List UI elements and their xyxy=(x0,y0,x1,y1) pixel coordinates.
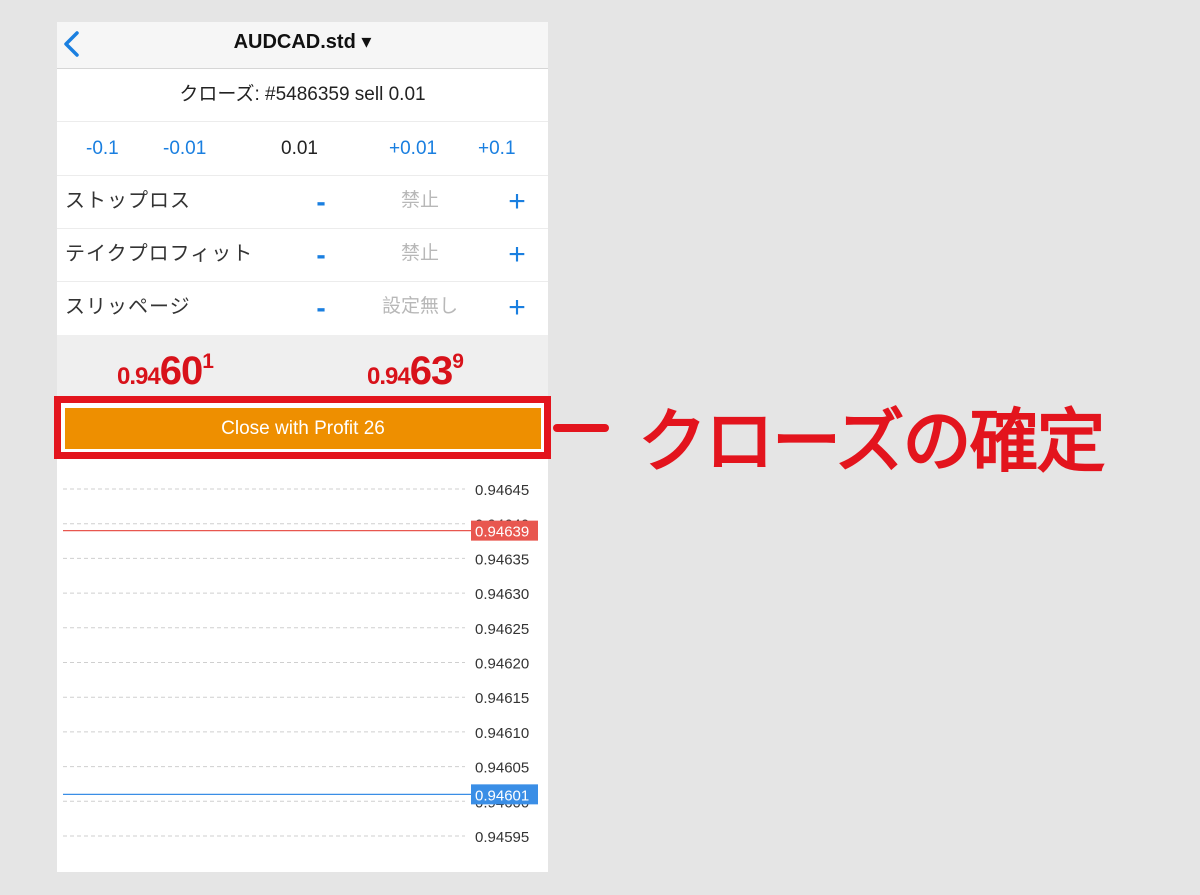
stop-loss-row: ストップロス - 禁止 + xyxy=(57,176,548,229)
close-with-profit-button[interactable]: Close with Profit 26 xyxy=(65,408,541,449)
ask-price-pips: 63 xyxy=(409,349,453,393)
stop-loss-plus-button[interactable]: + xyxy=(505,176,529,228)
volume-value[interactable]: 0.01 xyxy=(281,122,318,176)
slippage-value[interactable]: 設定無し xyxy=(357,282,483,332)
slippage-minus-button[interactable]: - xyxy=(313,282,329,334)
volume-row: -0.1 -0.01 0.01 +0.01 +0.1 xyxy=(57,122,548,176)
volume-plus-0.1-button[interactable]: +0.1 xyxy=(478,122,516,176)
take-profit-value[interactable]: 禁止 xyxy=(357,229,483,279)
volume-minus-0.1-button[interactable]: -0.1 xyxy=(86,122,119,176)
y-tick-label: 0.94620 xyxy=(475,656,529,673)
bid-price-fraction: 1 xyxy=(202,350,214,373)
ask-price-fraction: 9 xyxy=(452,350,464,373)
y-tick-label: 0.94625 xyxy=(475,621,529,638)
y-tick-label: 0.94635 xyxy=(475,551,529,568)
slippage-row: スリッページ - 設定無し + xyxy=(57,282,548,335)
price-chart: 0.946450.946400.946350.946300.946250.946… xyxy=(63,482,538,846)
price-line-label: 0.94601 xyxy=(475,787,529,804)
y-tick-label: 0.94630 xyxy=(475,586,529,603)
navigation-bar: AUDCAD.std ▾ xyxy=(57,22,548,69)
annotation-connector xyxy=(553,424,609,432)
take-profit-row: テイクプロフィット - 禁止 + xyxy=(57,229,548,282)
bid-price-pips: 60 xyxy=(159,349,203,393)
take-profit-label: テイクプロフィット xyxy=(65,243,254,265)
price-band: 0.94601 0.94639 xyxy=(57,335,548,398)
y-tick-label: 0.94615 xyxy=(475,690,529,707)
stop-loss-minus-button[interactable]: - xyxy=(313,176,329,228)
ask-price-prefix: 0.94 xyxy=(367,363,411,390)
bid-price[interactable]: 0.94601 xyxy=(117,349,214,394)
ask-price[interactable]: 0.94639 xyxy=(367,349,464,394)
bid-price-prefix: 0.94 xyxy=(117,363,161,390)
slippage-plus-button[interactable]: + xyxy=(505,282,529,334)
annotation-label: クローズの確定 xyxy=(638,402,1106,482)
take-profit-minus-button[interactable]: - xyxy=(313,229,329,281)
stop-loss-label: ストップロス xyxy=(65,190,191,212)
phone-screen: AUDCAD.std ▾ クローズ: #5486359 sell 0.01 -0… xyxy=(57,22,548,872)
y-tick-label: 0.94605 xyxy=(475,760,529,777)
volume-plus-0.01-button[interactable]: +0.01 xyxy=(389,122,437,176)
volume-minus-0.01-button[interactable]: -0.01 xyxy=(163,122,206,176)
slippage-label: スリッページ xyxy=(65,296,191,318)
symbol-title[interactable]: AUDCAD.std ▾ xyxy=(57,22,548,69)
price-line-label: 0.94639 xyxy=(475,524,529,541)
order-description: クローズ: #5486359 sell 0.01 xyxy=(57,69,548,122)
stop-loss-value[interactable]: 禁止 xyxy=(357,176,483,226)
y-tick-label: 0.94595 xyxy=(475,829,529,846)
y-tick-label: 0.94610 xyxy=(475,725,529,742)
y-tick-label: 0.94645 xyxy=(475,482,529,499)
take-profit-plus-button[interactable]: + xyxy=(505,229,529,281)
